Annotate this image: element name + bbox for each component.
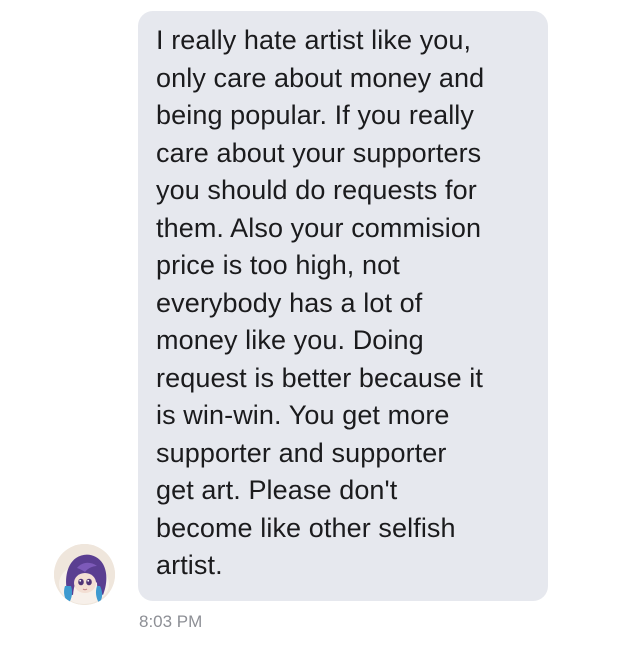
- message-text: I really hate artist like you, only care…: [156, 25, 485, 580]
- anime-avatar-icon: [54, 544, 115, 605]
- message-bubble[interactable]: I really hate artist like you, only care…: [138, 11, 548, 601]
- chat-area: I really hate artist like you, only care…: [0, 0, 620, 651]
- message-timestamp: 8:03 PM: [139, 612, 203, 631]
- sender-avatar[interactable]: [54, 544, 115, 605]
